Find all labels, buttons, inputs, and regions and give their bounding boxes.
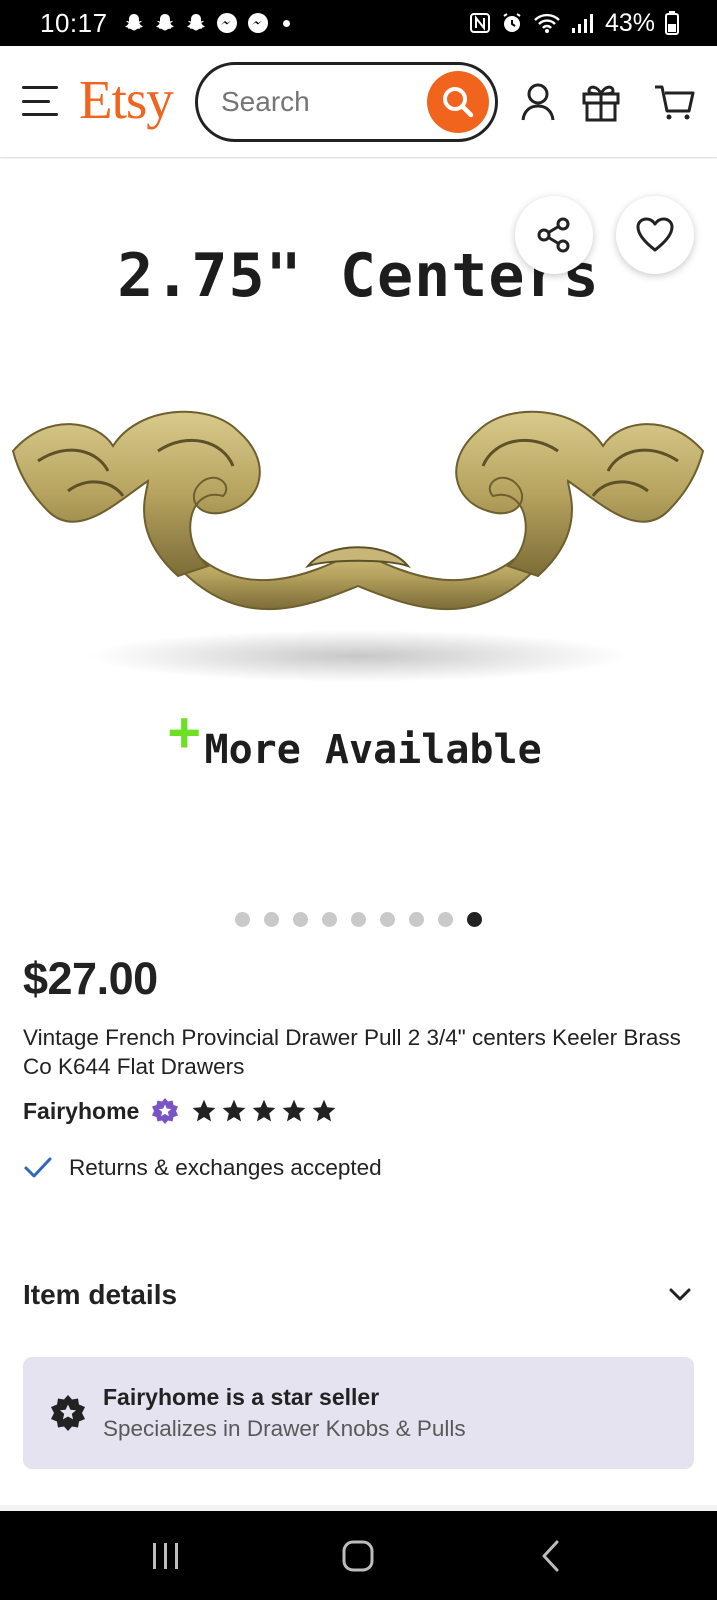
star-seller-banner: Fairyhome is a star seller Specializes i… — [23, 1357, 694, 1469]
seller-name-link[interactable]: Fairyhome — [23, 1098, 139, 1125]
recents-button[interactable] — [136, 1526, 196, 1586]
listing-title: Vintage French Provincial Drawer Pull 2 … — [23, 1025, 681, 1079]
search-input[interactable] — [221, 86, 421, 118]
alarm-icon — [501, 12, 523, 34]
listing-image[interactable]: 2.75" Centers + More Available — [0, 159, 717, 879]
share-icon — [537, 217, 570, 253]
carousel-dot[interactable] — [380, 912, 395, 927]
nfc-icon — [469, 12, 491, 34]
app-header: Etsy — [0, 46, 717, 158]
gift-button[interactable] — [579, 80, 623, 124]
star-seller-subtitle: Specializes in Drawer Knobs & Pulls — [103, 1416, 466, 1441]
account-icon — [521, 83, 555, 121]
snapchat-icon — [122, 11, 146, 35]
item-details-toggle[interactable]: Item details — [23, 1279, 693, 1311]
more-notifications-dot — [282, 19, 290, 27]
star-icon — [192, 1099, 216, 1122]
status-bar: 10:17 43% — [0, 0, 717, 46]
cart-icon — [655, 85, 695, 120]
status-time: 10:17 — [40, 7, 108, 38]
heart-icon — [636, 217, 674, 252]
share-button[interactable] — [515, 196, 593, 274]
search-bar[interactable] — [195, 62, 498, 142]
image-caption-more-text: More Available — [204, 727, 542, 773]
returns-policy: Returns & exchanges accepted — [23, 1155, 382, 1181]
menu-icon — [22, 86, 58, 89]
search-button[interactable] — [427, 71, 489, 133]
snapchat-icon — [153, 11, 177, 35]
menu-button[interactable] — [22, 86, 58, 116]
carousel-dot[interactable] — [351, 912, 366, 927]
cart-button[interactable] — [652, 80, 696, 124]
battery-percent: 43% — [604, 8, 655, 37]
messenger-icon — [215, 11, 239, 35]
star-seller-title: Fairyhome is a star seller — [103, 1384, 380, 1410]
image-carousel-dots — [0, 912, 717, 927]
star-seller-text: Fairyhome is a star seller Specializes i… — [103, 1381, 466, 1445]
star-seller-icon — [51, 1395, 85, 1431]
item-details-label: Item details — [23, 1279, 178, 1310]
notification-icons — [122, 11, 290, 35]
returns-text: Returns & exchanges accepted — [69, 1155, 382, 1180]
rating-stars[interactable] — [191, 1098, 337, 1124]
wifi-icon — [533, 12, 561, 34]
account-button[interactable] — [516, 80, 560, 124]
back-button[interactable] — [521, 1526, 581, 1586]
signal-icon — [571, 12, 595, 34]
star-icon — [312, 1099, 336, 1122]
carousel-dot[interactable] — [409, 912, 424, 927]
listing-price: $27.00 — [23, 953, 158, 1004]
drawer-pull-photo — [11, 410, 705, 682]
carousel-dot[interactable] — [438, 912, 453, 927]
carousel-dot[interactable] — [293, 912, 308, 927]
back-icon — [542, 1540, 559, 1571]
home-button[interactable] — [328, 1526, 388, 1586]
etsy-logo[interactable]: Etsy — [79, 68, 174, 131]
carousel-dot[interactable] — [467, 912, 482, 927]
recents-icon — [153, 1542, 179, 1569]
seller-row: Fairyhome — [23, 1097, 337, 1125]
star-icon — [252, 1099, 276, 1122]
star-seller-badge-icon — [152, 1098, 179, 1124]
carousel-dot[interactable] — [322, 912, 337, 927]
image-caption-more: + More Available — [168, 705, 542, 774]
battery-icon — [665, 11, 679, 35]
home-icon — [342, 1540, 374, 1571]
image-caption-centers: 2.75" Centers — [117, 241, 600, 311]
checkmark-icon — [24, 1157, 52, 1178]
star-icon — [222, 1099, 246, 1122]
system-nav-bar — [0, 1511, 717, 1600]
carousel-dot[interactable] — [235, 912, 250, 927]
snapchat-icon — [184, 11, 208, 35]
carousel-dot[interactable] — [264, 912, 279, 927]
gift-icon — [582, 85, 620, 122]
plus-icon: + — [168, 700, 201, 763]
system-status: 43% — [469, 9, 679, 38]
chevron-down-icon — [669, 1288, 691, 1301]
favorite-button[interactable] — [616, 196, 694, 274]
messenger-icon — [246, 11, 270, 35]
star-icon — [282, 1099, 306, 1122]
search-icon — [443, 87, 474, 118]
